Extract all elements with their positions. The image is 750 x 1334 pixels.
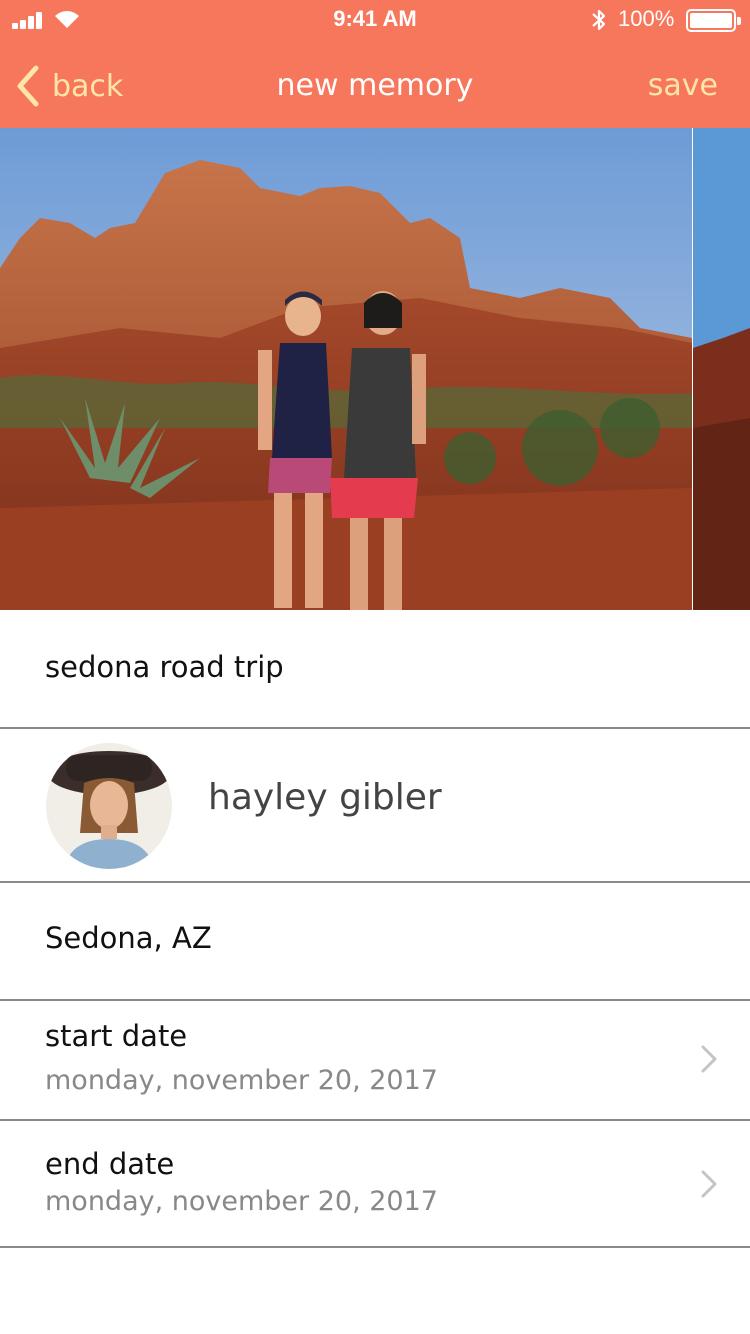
- memory-title-value: sedona road trip: [45, 650, 284, 684]
- person-name: hayley gibler: [208, 777, 442, 818]
- memory-title-field[interactable]: sedona road trip: [0, 610, 750, 729]
- bluetooth-icon: [592, 9, 606, 31]
- page-title: new memory: [276, 68, 474, 103]
- chevron-right-icon: [701, 1045, 717, 1073]
- photo-carousel[interactable]: [0, 128, 750, 610]
- battery-icon: [686, 9, 741, 32]
- avatar: [46, 743, 172, 869]
- screen: 9:41 AM 100% back new memory save sedona…: [0, 0, 750, 1334]
- nav-header: 9:41 AM 100% back new memory save: [0, 0, 750, 128]
- chevron-right-icon: [701, 1170, 717, 1198]
- save-button[interactable]: save: [648, 68, 718, 103]
- location-value: Sedona, AZ: [45, 921, 212, 955]
- start-date-value: monday, november 20, 2017: [45, 1065, 438, 1096]
- end-date-label: end date: [45, 1147, 175, 1181]
- memory-photo-next[interactable]: [693, 128, 750, 610]
- person-row[interactable]: hayley gibler: [0, 729, 750, 883]
- status-bar: 9:41 AM 100%: [0, 0, 750, 40]
- location-field[interactable]: Sedona, AZ: [0, 883, 750, 1001]
- battery-percent: 100%: [618, 6, 675, 31]
- start-date-label: start date: [45, 1019, 188, 1053]
- end-date-row[interactable]: end date monday, november 20, 2017: [0, 1121, 750, 1248]
- end-date-value: monday, november 20, 2017: [45, 1186, 438, 1217]
- start-date-row[interactable]: start date monday, november 20, 2017: [0, 1001, 750, 1121]
- memory-photo[interactable]: [0, 128, 692, 610]
